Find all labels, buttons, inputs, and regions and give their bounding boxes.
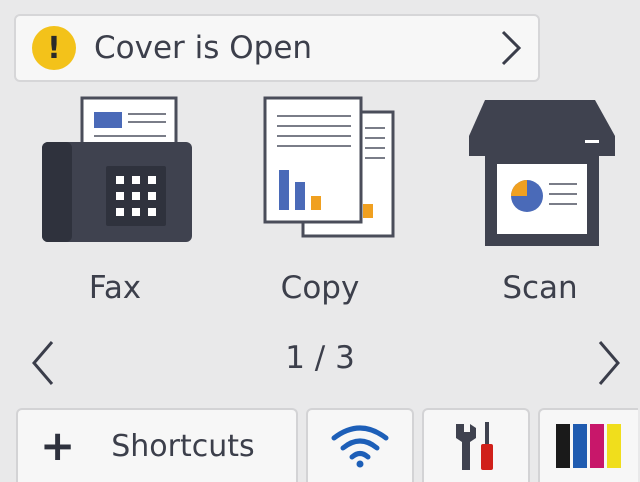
shortcuts-label: Shortcuts	[111, 428, 255, 464]
shortcuts-button[interactable]: + Shortcuts	[16, 408, 298, 482]
scan-icon	[469, 100, 615, 246]
chevron-right-icon[interactable]	[596, 338, 622, 388]
copy-app-button[interactable]: Copy	[225, 92, 415, 324]
printer-home-screen: ! Cover is Open Fax Copy Scan 1 / 3 + Sh…	[0, 0, 640, 482]
chevron-right-icon	[501, 30, 522, 66]
copy-label: Copy	[280, 270, 360, 306]
page-navigator: 1 / 3	[0, 332, 640, 398]
ink-level-button[interactable]	[538, 408, 638, 482]
fax-label: Fax	[88, 270, 142, 306]
status-message: Cover is Open	[94, 30, 313, 66]
ink-level-icon	[556, 424, 621, 468]
fax-app-button[interactable]: Fax	[20, 92, 210, 324]
status-banner[interactable]: ! Cover is Open	[14, 14, 540, 82]
settings-button[interactable]	[422, 408, 530, 482]
page-indicator: 1 / 3	[285, 340, 355, 376]
wifi-icon	[331, 425, 389, 468]
settings-tools-icon	[456, 422, 493, 470]
wifi-button[interactable]	[306, 408, 414, 482]
bottom-toolbar: + Shortcuts	[0, 404, 640, 482]
fax-icon	[42, 96, 192, 242]
copy-icon	[263, 96, 395, 238]
plus-icon: +	[40, 421, 76, 470]
scan-label: Scan	[502, 270, 578, 306]
scan-app-button[interactable]: Scan	[445, 92, 635, 324]
warning-icon: !	[32, 26, 76, 70]
